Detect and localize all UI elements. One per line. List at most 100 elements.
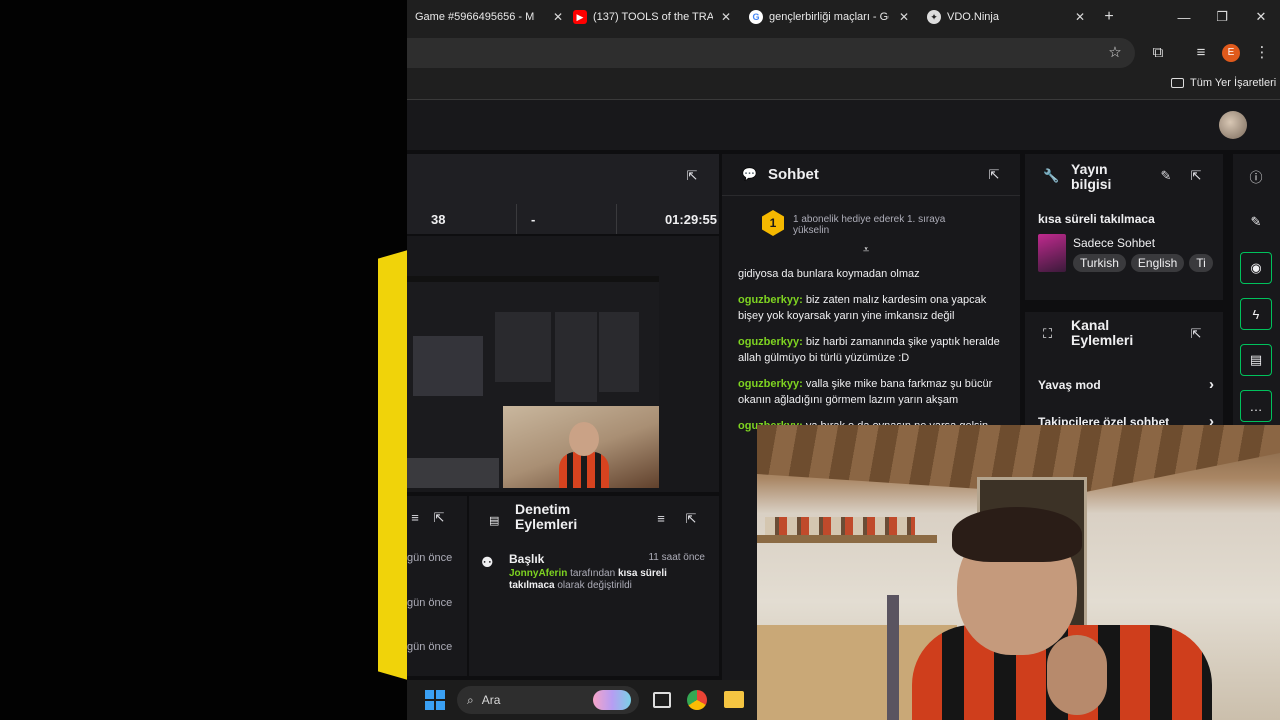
category-name[interactable]: Sadece Sohbet <box>1073 236 1155 250</box>
chat-action-icon[interactable]: … <box>1240 390 1272 422</box>
close-icon[interactable]: ✕ <box>721 10 731 24</box>
tab-title: VDO.Ninja <box>947 11 999 23</box>
mod-action-desc: JonnyAferin tarafından kısa süreli takıl… <box>509 568 689 592</box>
preview-shirt <box>559 452 609 488</box>
chevron-right-icon: › <box>1209 376 1214 393</box>
tab-google[interactable]: G gençlerbirliği maçları - Google ✕ <box>749 0 909 34</box>
task-view-icon[interactable] <box>653 692 671 708</box>
chat-username[interactable]: oguzberkyy: <box>738 294 803 306</box>
extensions-icon[interactable]: ⧉ <box>1148 43 1168 63</box>
tab-title: (137) TOOLS of the TRADE <box>593 11 713 23</box>
chat-message: oguzberkyy: biz zaten malız kardesim ona… <box>738 292 1008 324</box>
notes-icon[interactable]: ▤ <box>1240 344 1272 376</box>
file-explorer-icon[interactable] <box>724 691 744 708</box>
webcam-person-hand <box>1047 635 1107 715</box>
activity-time: gün önce <box>407 597 453 609</box>
followers-stat: - <box>517 204 617 234</box>
tag-list: Turkish English Ti <box>1073 254 1223 272</box>
tag-pill[interactable]: English <box>1130 254 1185 272</box>
preview-webcam <box>503 406 659 488</box>
preview-frame <box>407 282 659 488</box>
chat-bubble-icon: 💬 <box>742 167 757 181</box>
popout-icon[interactable]: ⇱ <box>1188 326 1204 342</box>
activity-time: gün önce <box>407 641 453 653</box>
info-icon[interactable]: ⓘ <box>1240 160 1272 192</box>
more-menu-icon[interactable]: ⋮ <box>1252 43 1272 63</box>
lightning-icon[interactable]: ϟ <box>1240 298 1272 330</box>
start-tile <box>425 701 434 710</box>
channel-actions-icon: ⛶ <box>1043 326 1053 341</box>
mod-text-suffix: olarak değiştirildi <box>557 580 632 591</box>
mod-actions-title: Denetim Eylemleri <box>515 501 578 532</box>
collapse-icon[interactable]: ⩡ <box>863 244 869 257</box>
edit-icon[interactable]: ✎ <box>1158 168 1174 184</box>
minimize-button[interactable]: — <box>1165 0 1203 34</box>
taskbar-search[interactable]: ⌕ Ara <box>457 686 639 714</box>
channel-actions-title: Kanal Eylemleri <box>1071 317 1134 348</box>
chat-messages: gidiyosa da bunlara koymadan olmaz oguzb… <box>738 266 1008 444</box>
chat-title: Sohbet <box>768 166 819 183</box>
channel-action-slow-mode[interactable]: Yavaş mod › <box>1038 376 1214 393</box>
youtube-icon: ▶ <box>573 10 587 24</box>
close-icon[interactable]: ✕ <box>553 10 563 24</box>
preview-block <box>407 458 499 488</box>
top-navigation <box>407 100 1280 150</box>
screen: Game #5966495656 - Mine ✕ ▶ (137) TOOLS … <box>0 0 1280 720</box>
viewer-count: 38 <box>417 204 517 234</box>
restore-button[interactable]: ❐ <box>1203 0 1241 34</box>
popout-icon[interactable]: ⇱ <box>986 167 1002 183</box>
uptime: 01:29:55 <box>664 211 717 227</box>
note-icon: ▤ <box>489 515 500 527</box>
vdo-ninja-icon: ✦ <box>927 10 941 24</box>
profile-avatar[interactable]: E <box>1222 44 1240 62</box>
stream-info-panel: 🔧 Yayın bilgisi ✎ ⇱ kısa süreli takılmac… <box>1025 154 1223 300</box>
folder-icon <box>1171 78 1184 88</box>
tab-title: Game #5966495656 - Mine <box>415 11 535 23</box>
user-icon: ⚉ <box>481 554 494 570</box>
channel-actions-panel: ⛶ Kanal Eylemleri ⇱ Yavaş mod › Takipçil… <box>1025 312 1223 442</box>
chat-header: 💬 Sohbet ⇱ <box>722 154 1020 196</box>
clip-icon[interactable]: ◉ <box>1240 252 1272 284</box>
chat-username[interactable]: oguzberkyy: <box>738 378 803 390</box>
bookmarks-bar: Tüm Yer İşaretleri <box>407 72 1280 100</box>
rank-badge: 1 <box>762 210 784 236</box>
tag-pill[interactable]: Turkish <box>1073 254 1126 272</box>
filter-icon[interactable]: ≡ <box>653 511 669 527</box>
windows-start-icon[interactable] <box>425 690 445 710</box>
address-bar[interactable] <box>407 38 1135 68</box>
category-box-art <box>1038 234 1066 272</box>
tab-youtube[interactable]: ▶ (137) TOOLS of the TRADE ✕ <box>573 0 731 34</box>
popout-icon[interactable]: ⇱ <box>684 168 700 184</box>
close-icon[interactable]: ✕ <box>899 10 909 24</box>
sub-banner-text: 1 abonelik hediye ederek 1. sıraya yükse… <box>793 214 946 236</box>
popout-icon[interactable]: ⇱ <box>431 510 447 526</box>
tag-pill[interactable]: Ti <box>1189 254 1213 272</box>
mod-actions-panel: ▤ Denetim Eylemleri ≡ ⇱ ⚉ Başlık 11 saat… <box>469 496 719 676</box>
popout-icon[interactable]: ⇱ <box>1188 168 1204 184</box>
chrome-taskbar-icon[interactable] <box>687 690 707 710</box>
tab-game[interactable]: Game #5966495656 - Mine ✕ <box>415 0 563 34</box>
pencil-icon[interactable]: ✎ <box>1240 206 1272 238</box>
chat-username[interactable]: oguzberkyy: <box>738 336 803 348</box>
preview-block <box>413 336 483 396</box>
sub-leaderboard-banner[interactable]: 1 1 abonelik hediye ederek 1. sıraya yük… <box>722 196 1020 256</box>
new-tab-button[interactable]: + <box>1090 0 1128 34</box>
all-bookmarks-button[interactable]: Tüm Yer İşaretleri <box>1171 77 1276 89</box>
mod-action-time: 11 saat önce <box>648 552 705 563</box>
media-controls-icon[interactable]: ≡ <box>1191 43 1211 63</box>
channel-action-label: Yavaş mod <box>1038 378 1101 392</box>
mod-user[interactable]: JonnyAferin <box>509 568 567 579</box>
close-window-button[interactable]: ✕ <box>1242 0 1280 34</box>
filter-icon[interactable]: ≡ <box>407 510 423 526</box>
bookmark-star-icon[interactable]: ☆ <box>1105 43 1125 63</box>
popout-icon[interactable]: ⇱ <box>683 511 699 527</box>
user-avatar[interactable] <box>1219 111 1247 139</box>
activity-time: gün önce <box>407 552 453 564</box>
tab-vdo-ninja[interactable]: ✦ VDO.Ninja ✕ <box>927 0 1085 34</box>
chat-message: oguzberkyy: biz harbi zamanında şike yap… <box>738 334 1008 366</box>
chat-text: gidiyosa da bunlara koymadan olmaz <box>738 268 920 280</box>
mod-actions-header: ▤ Denetim Eylemleri ≡ ⇱ <box>469 496 719 542</box>
webcam-shelf-items <box>765 517 915 535</box>
google-icon: G <box>749 10 763 24</box>
close-icon[interactable]: ✕ <box>1075 10 1085 24</box>
